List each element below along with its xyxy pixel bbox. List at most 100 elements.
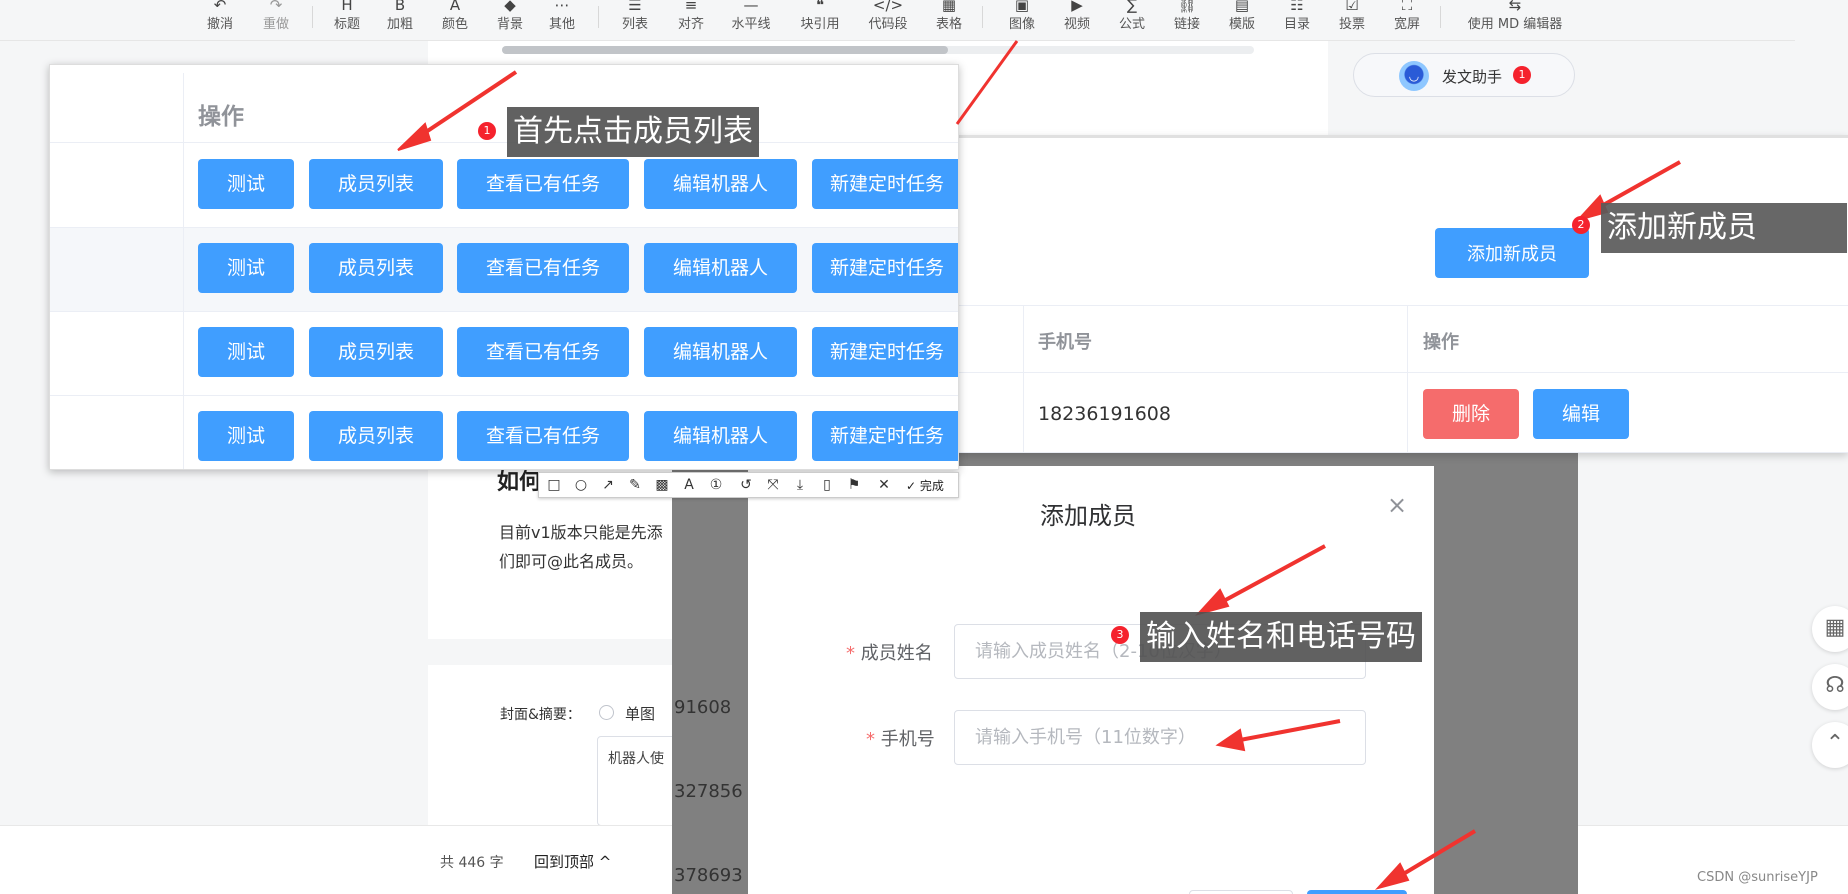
dialog-cancel-button[interactable] <box>1189 890 1293 894</box>
text-color-button[interactable]: A 颜色 <box>427 0 483 41</box>
edit-robot-button[interactable]: 编辑机器人 <box>644 243 797 293</box>
heading-button[interactable]: H 标题 <box>319 0 375 41</box>
new-scheduled-task-button[interactable]: 新建定时任务 <box>812 327 958 377</box>
more-button[interactable]: ⋯ 其他 <box>534 0 590 41</box>
back-to-top-button[interactable]: ⌃ <box>1812 722 1848 768</box>
phone-label: * 手机号 <box>866 729 935 750</box>
test-button[interactable]: 测试 <box>198 411 294 461</box>
view-tasks-button[interactable]: 查看已有任务 <box>457 159 629 209</box>
table-button[interactable]: ▦ 表格 <box>921 0 977 41</box>
mosaic-tool-icon[interactable]: ▩ <box>653 476 671 494</box>
edit-member-button[interactable]: 编辑 <box>1533 389 1629 439</box>
cancel-tool-icon[interactable]: ✕ <box>875 476 893 494</box>
redo-icon: ↷ <box>269 0 283 14</box>
new-scheduled-task-button[interactable]: 新建定时任务 <box>812 159 958 209</box>
template-button[interactable]: ▤ 模版 <box>1214 0 1270 41</box>
pen-tool-icon[interactable]: ✎ <box>626 476 644 494</box>
customer-service-button[interactable]: ☊ <box>1812 664 1848 710</box>
word-count: 共 446 字 <box>440 855 504 871</box>
toc-button[interactable]: ☷ 目录 <box>1269 0 1325 41</box>
test-button[interactable]: 测试 <box>198 243 294 293</box>
add-member-button[interactable]: 添加新成员 <box>1435 228 1589 278</box>
align-icon: ≡ <box>684 0 698 14</box>
ellipse-tool-icon[interactable]: ○ <box>572 476 590 494</box>
action-column-header: 操作 <box>1423 332 1459 353</box>
back-to-top-link[interactable]: 回到顶部 ^ <box>534 851 611 872</box>
video-button[interactable]: ▶ 视频 <box>1049 0 1105 41</box>
customer-service-icon: ☊ <box>1825 673 1845 698</box>
edit-robot-button[interactable]: 编辑机器人 <box>644 327 797 377</box>
blockquote-icon: ❝ <box>815 0 825 14</box>
table-column-divider <box>1023 305 1024 453</box>
download-tool-icon[interactable]: ⤓ <box>791 476 809 494</box>
view-tasks-button[interactable]: 查看已有任务 <box>457 411 629 461</box>
image-icon: ▣ <box>1014 0 1030 14</box>
phone-input[interactable] <box>954 710 1366 765</box>
template-icon: ▤ <box>1234 0 1250 14</box>
member-list-button[interactable]: 成员列表 <box>309 327 443 377</box>
widescreen-icon: ⛶ <box>1401 0 1413 14</box>
qrcode-icon: ▦ <box>1824 615 1846 640</box>
align-button[interactable]: ≡ 对齐 <box>663 0 719 41</box>
member-list-button[interactable]: 成员列表 <box>309 159 443 209</box>
screenshot-done-button[interactable]: ✓ 完成 <box>906 477 944 494</box>
vote-button[interactable]: ☑ 投票 <box>1324 0 1380 41</box>
heading-icon: H <box>341 0 353 14</box>
background-color-icon: ◆ <box>504 0 516 14</box>
close-icon[interactable]: × <box>1387 491 1407 519</box>
number-tool-icon[interactable]: ① <box>707 476 725 494</box>
pin-tool-icon[interactable]: ⚑ <box>845 476 863 494</box>
arrow-tool-icon[interactable]: ↗ <box>599 476 617 494</box>
member-phone: 18236191608 <box>1038 403 1171 425</box>
undo-tool-icon[interactable]: ↺ <box>737 476 755 494</box>
list-button[interactable]: ☰ 列表 <box>607 0 663 41</box>
rectangle-tool-icon[interactable]: □ <box>545 476 563 494</box>
dialog-title: 添加成员 <box>1040 502 1136 530</box>
watermark: CSDN @sunriseYJP <box>1697 870 1818 885</box>
edit-robot-button[interactable]: 编辑机器人 <box>644 159 797 209</box>
redo-button[interactable]: ↷ 重做 <box>248 0 304 41</box>
list-icon: ☰ <box>628 0 642 14</box>
view-tasks-button[interactable]: 查看已有任务 <box>457 327 629 377</box>
background-phone-fragment: 327856 <box>674 781 743 802</box>
toolbar-divider <box>1440 6 1441 28</box>
member-list-button[interactable]: 成员列表 <box>309 243 443 293</box>
checkmark-icon: ✓ <box>906 479 920 493</box>
edit-robot-button[interactable]: 编辑机器人 <box>644 411 797 461</box>
table-divider <box>956 452 1848 453</box>
horizontal-rule-button[interactable]: — 水平线 <box>723 0 779 41</box>
crop-tool-icon[interactable]: ⤧ <box>764 476 782 494</box>
text-tool-icon[interactable]: A <box>680 476 698 494</box>
image-button[interactable]: ▣ 图像 <box>994 0 1050 41</box>
back-to-top-icon: ⌃ <box>1825 731 1845 756</box>
video-icon: ▶ <box>1071 0 1083 14</box>
delete-member-button[interactable]: 删除 <box>1423 389 1519 439</box>
formula-button[interactable]: ∑ 公式 <box>1104 0 1160 41</box>
qrcode-button[interactable]: ▦ <box>1812 606 1848 652</box>
view-tasks-button[interactable]: 查看已有任务 <box>457 243 629 293</box>
more-icon: ⋯ <box>554 0 570 14</box>
device-tool-icon[interactable]: ▯ <box>818 476 836 494</box>
code-block-button[interactable]: </> 代码段 <box>860 0 916 41</box>
assistant-button[interactable]: ◡ 发文助手 1 <box>1353 53 1575 97</box>
table-column-divider <box>1407 305 1408 453</box>
md-editor-button[interactable]: ⇆ 使用 MD 编辑器 <box>1450 0 1580 41</box>
widescreen-button[interactable]: ⛶ 宽屏 <box>1379 0 1435 41</box>
single-image-radio-label: 单图 <box>625 705 656 723</box>
new-scheduled-task-button[interactable]: 新建定时任务 <box>812 243 958 293</box>
test-button[interactable]: 测试 <box>198 159 294 209</box>
new-scheduled-task-button[interactable]: 新建定时任务 <box>812 411 958 461</box>
link-button[interactable]: ⛓ 链接 <box>1159 0 1215 41</box>
background-color-button[interactable]: ◆ 背景 <box>482 0 538 41</box>
dialog-confirm-button[interactable] <box>1307 890 1407 894</box>
bold-button[interactable]: B 加粗 <box>372 0 428 41</box>
toc-icon: ☷ <box>1290 0 1304 14</box>
blockquote-button[interactable]: ❝ 块引用 <box>792 0 848 41</box>
toolbar-divider <box>598 6 599 28</box>
horizontal-scrollbar-thumb[interactable] <box>502 46 948 54</box>
single-image-radio[interactable] <box>599 705 614 720</box>
test-button[interactable]: 测试 <box>198 327 294 377</box>
member-list-button[interactable]: 成员列表 <box>309 411 443 461</box>
text-color-icon: A <box>449 0 461 14</box>
undo-button[interactable]: ↶ 撤消 <box>192 0 248 41</box>
